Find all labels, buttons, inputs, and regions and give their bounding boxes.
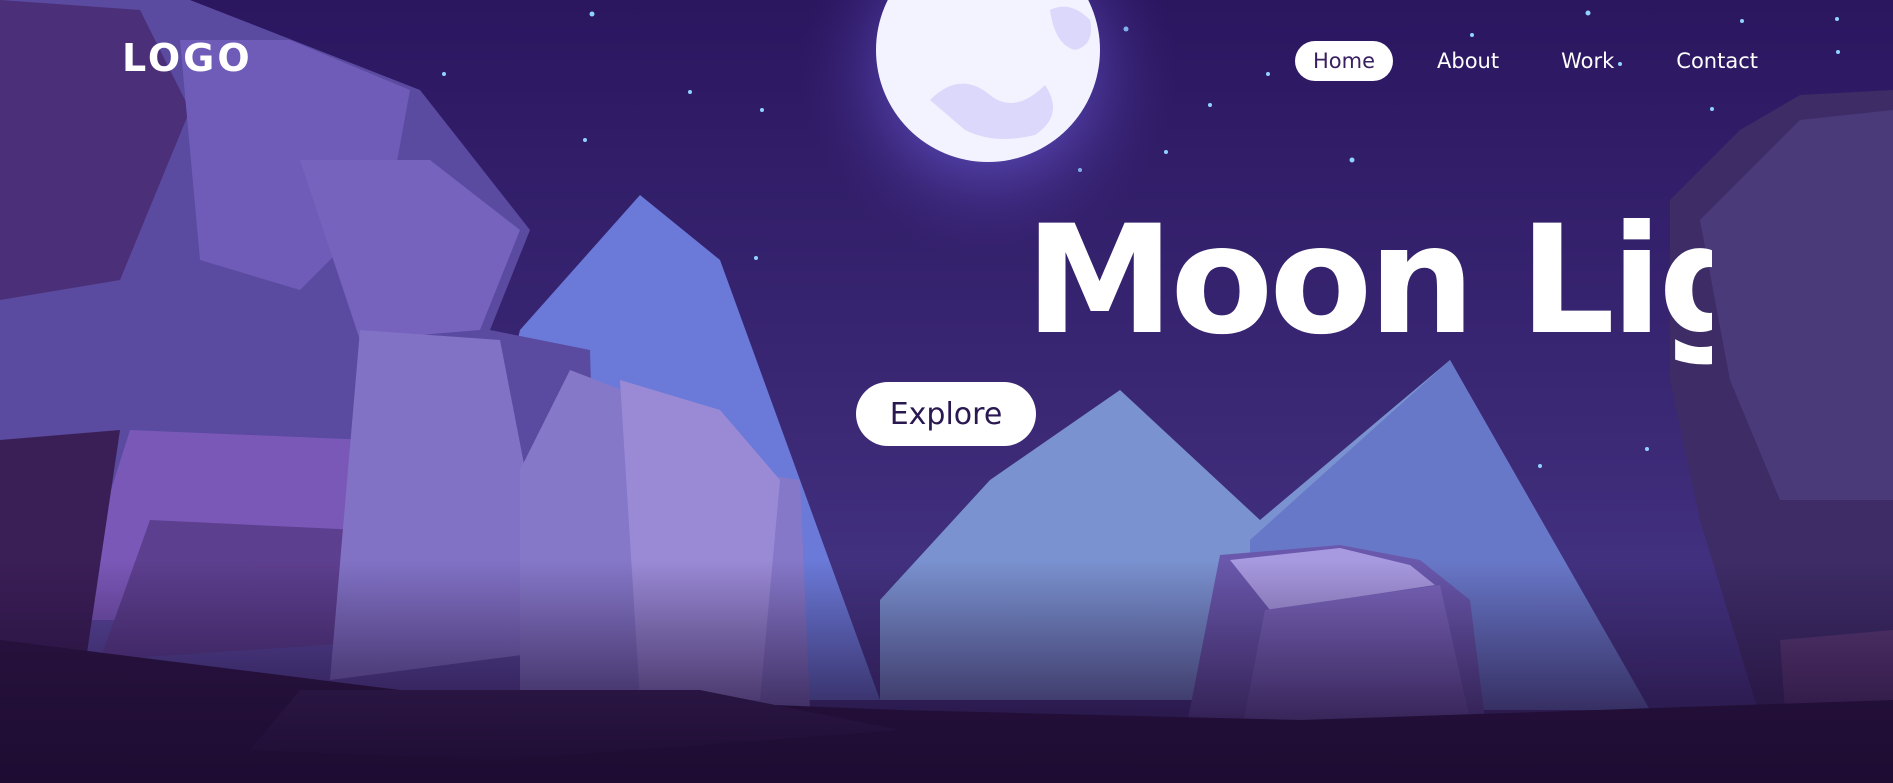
logo[interactable]: LOGO (122, 36, 253, 80)
nav-item-about[interactable]: About (1419, 41, 1517, 81)
hero-title: Moon Light (1025, 194, 1712, 368)
hero-title-container: Moon Light (1000, 190, 1712, 390)
nav-item-home[interactable]: Home (1295, 41, 1394, 81)
nav-item-contact[interactable]: Contact (1658, 41, 1776, 81)
hero-scene: LOGO Home About Work Contact Moon Light … (0, 0, 1893, 783)
main-nav: Home About Work Contact (1295, 41, 1776, 81)
nav-item-work[interactable]: Work (1543, 41, 1632, 81)
explore-button[interactable]: Explore (856, 382, 1036, 446)
